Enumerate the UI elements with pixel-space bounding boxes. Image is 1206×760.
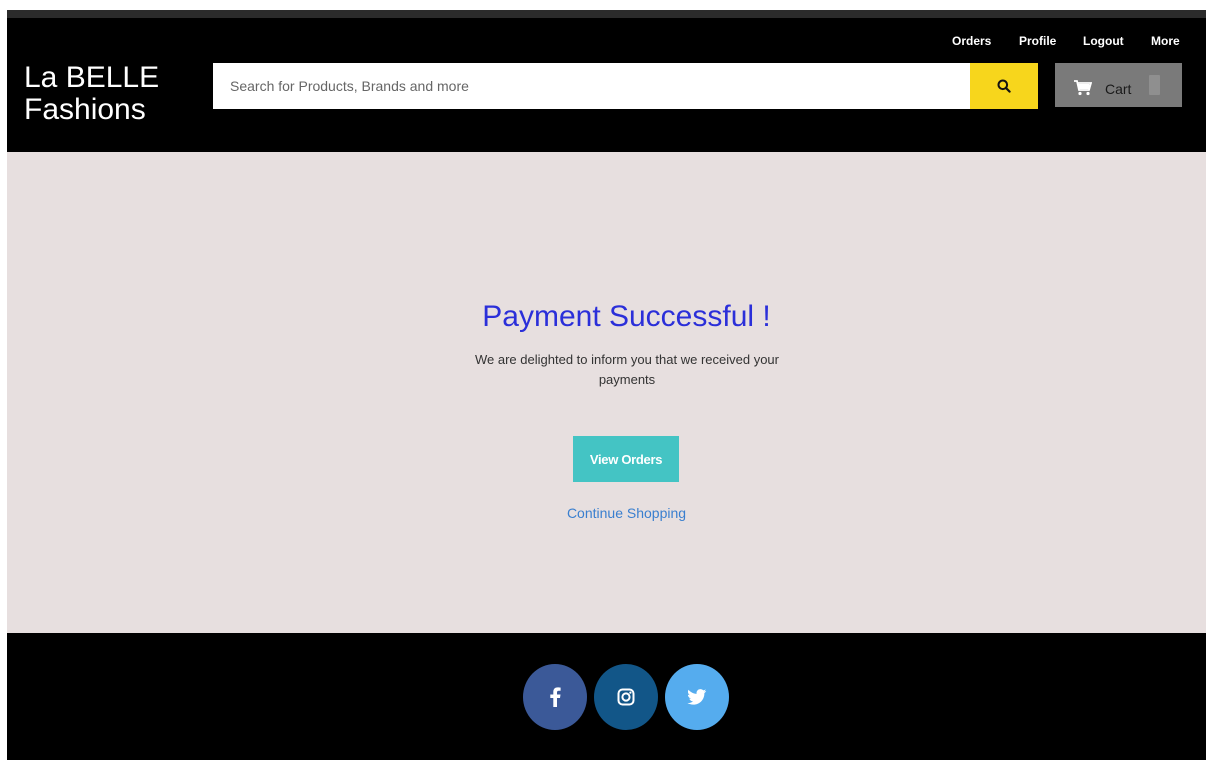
cart-label: Cart xyxy=(1105,81,1132,97)
nav-orders[interactable]: Orders xyxy=(952,34,991,48)
site-header: La BELLE Fashions Cart Orders Profile Lo… xyxy=(7,18,1206,152)
window-top-border xyxy=(7,10,1206,18)
brand-logo[interactable]: La BELLE Fashions xyxy=(24,62,204,126)
continue-shopping-link[interactable]: Continue Shopping xyxy=(7,505,1206,521)
cart-icon xyxy=(1074,80,1092,96)
cart-button[interactable]: Cart xyxy=(1055,63,1182,107)
twitter-button[interactable] xyxy=(665,664,729,730)
twitter-icon xyxy=(687,689,707,705)
nav-profile[interactable]: Profile xyxy=(1019,34,1056,48)
facebook-button[interactable] xyxy=(523,664,587,730)
instagram-icon xyxy=(617,688,635,706)
search-icon xyxy=(997,79,1011,93)
view-orders-button[interactable]: View Orders xyxy=(573,436,679,482)
search-button[interactable] xyxy=(970,63,1038,109)
page-title: Payment Successful ! xyxy=(482,300,771,333)
instagram-button[interactable] xyxy=(594,664,658,730)
brand-line-1: La BELLE xyxy=(24,61,160,94)
success-message: We are delighted to inform you that we r… xyxy=(475,352,779,387)
brand-line-2: Fashions xyxy=(24,93,146,126)
nav-logout[interactable]: Logout xyxy=(1083,34,1124,48)
cart-count-badge xyxy=(1149,75,1160,95)
search-input[interactable] xyxy=(213,63,970,109)
facebook-icon xyxy=(550,687,561,707)
payment-success-panel: Payment Successful ! We are delighted to… xyxy=(7,152,1206,633)
nav-more[interactable]: More xyxy=(1151,34,1180,48)
site-footer xyxy=(7,633,1206,760)
